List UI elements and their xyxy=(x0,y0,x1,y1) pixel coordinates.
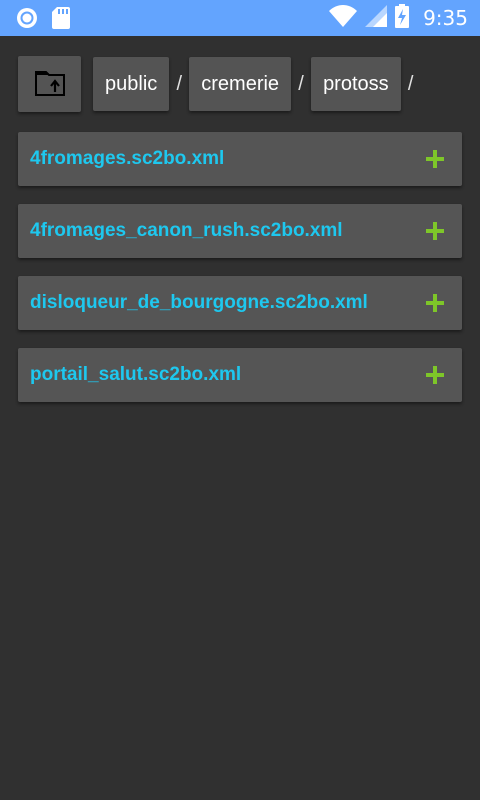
parent-folder-button[interactable] xyxy=(18,56,81,112)
file-row[interactable]: 4fromages.sc2bo.xml xyxy=(18,132,462,186)
file-name[interactable]: 4fromages.sc2bo.xml xyxy=(30,132,224,186)
file-row[interactable]: portail_salut.sc2bo.xml xyxy=(18,348,462,402)
status-right: 9:35 xyxy=(329,3,468,33)
file-name[interactable]: 4fromages_canon_rush.sc2bo.xml xyxy=(30,204,343,258)
file-row[interactable]: disloqueur_de_bourgogne.sc2bo.xml xyxy=(18,276,462,330)
status-bar: 9:35 xyxy=(0,0,480,36)
file-list: 4fromages.sc2bo.xml 4fromages_canon_rush… xyxy=(18,132,462,420)
battery-charging-icon xyxy=(395,3,410,33)
sd-card-icon xyxy=(52,7,70,34)
breadcrumb-separator: / xyxy=(407,72,414,95)
plus-icon[interactable] xyxy=(426,150,444,168)
file-name[interactable]: disloqueur_de_bourgogne.sc2bo.xml xyxy=(30,276,368,330)
wifi-icon xyxy=(329,4,358,32)
plus-icon[interactable] xyxy=(426,294,444,312)
breadcrumb: public / cremerie / protoss / xyxy=(18,56,421,112)
breadcrumb-separator: / xyxy=(176,72,183,95)
folder-up-icon xyxy=(34,68,65,101)
circle-notification-icon xyxy=(16,7,38,34)
clock: 9:35 xyxy=(423,6,468,30)
breadcrumb-separator: / xyxy=(298,72,304,95)
breadcrumb-protoss[interactable]: protoss xyxy=(311,57,401,111)
cell-signal-icon xyxy=(365,4,388,32)
file-row[interactable]: 4fromages_canon_rush.sc2bo.xml xyxy=(18,204,462,258)
plus-icon[interactable] xyxy=(426,222,444,240)
breadcrumb-cremerie[interactable]: cremerie xyxy=(189,57,292,111)
file-name[interactable]: portail_salut.sc2bo.xml xyxy=(30,348,241,402)
status-left xyxy=(16,7,70,34)
breadcrumb-public[interactable]: public xyxy=(93,57,170,111)
plus-icon[interactable] xyxy=(426,366,444,384)
